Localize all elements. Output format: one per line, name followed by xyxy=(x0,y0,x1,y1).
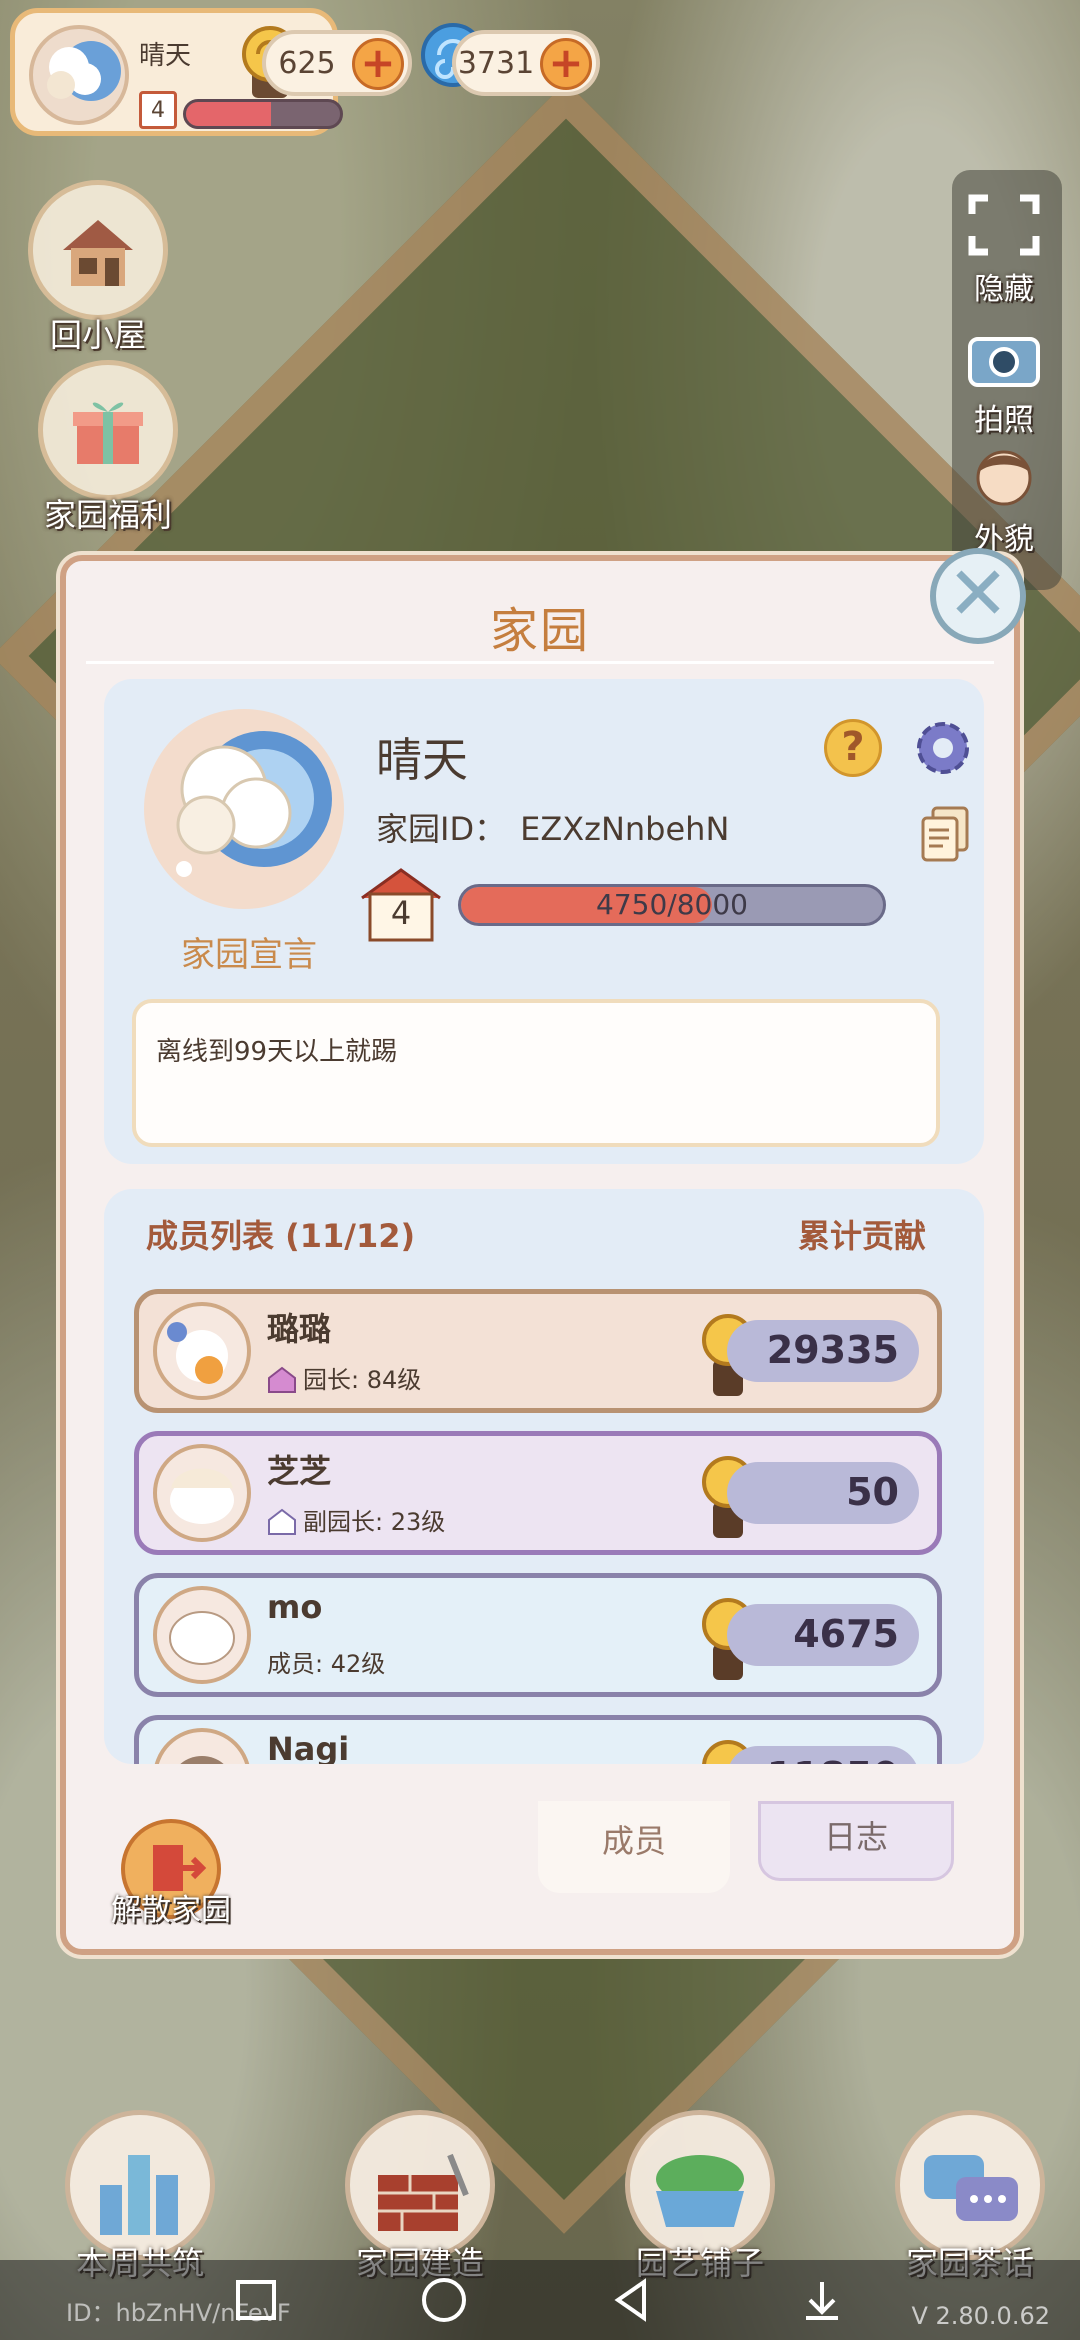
garden-info-card: 家园宣言 晴天 家园ID： EZXzNnbehN ? 4 4750/8000 离线… xyxy=(104,679,984,1164)
member-row[interactable]: 芝芝 副园长: 23级 50 xyxy=(134,1431,942,1555)
garden-id-label: 家园ID： xyxy=(376,810,507,848)
help-icon[interactable]: ? xyxy=(824,719,882,777)
member-row[interactable]: 璐璐 园长: 84级 29335 xyxy=(134,1289,942,1413)
vice-leader-badge-icon xyxy=(268,1508,296,1535)
garden-avatar[interactable] xyxy=(144,709,344,909)
swirl-gem-counter: 3731 + xyxy=(452,30,600,96)
member-contribution: 4675 xyxy=(727,1604,919,1666)
garden-welfare-button[interactable]: 家园福利 xyxy=(18,360,198,536)
close-icon[interactable]: ✕ xyxy=(930,548,1026,644)
garden-dialog: 家园 家园宣言 晴天 家园ID： EZXzNnbehN ? 4 4750/8000… xyxy=(60,555,1020,1955)
recent-apps-icon[interactable] xyxy=(230,2274,282,2326)
camera-icon xyxy=(968,337,1040,387)
weekly-build-button[interactable]: 本周共筑 xyxy=(50,2110,230,2284)
member-contribution: 50 xyxy=(727,1462,919,1524)
photo-button[interactable]: 拍照 xyxy=(954,325,1054,439)
brick-trowel-icon xyxy=(378,2153,469,2231)
swirl-gem-value: 3731 xyxy=(457,46,535,81)
member-name: 璐璐 xyxy=(267,1310,332,1348)
garden-build-button[interactable]: 家园建造 xyxy=(330,2110,510,2284)
house-icon xyxy=(63,220,133,286)
add-snail-coins-button[interactable]: + xyxy=(352,38,404,90)
member-role: 成员: 42级 xyxy=(267,1650,386,1678)
member-role: 园长: 84级 xyxy=(267,1360,421,1395)
tab-log[interactable]: 日志 xyxy=(758,1801,954,1881)
bar-podium-icon xyxy=(100,2155,178,2235)
system-nav-bar: ID：hbZnHV/nFevF V 2.80.0.62 xyxy=(0,2260,1080,2340)
hide-ui-button[interactable]: 隐藏 xyxy=(954,190,1054,308)
add-swirl-gems-button[interactable]: + xyxy=(540,38,592,90)
dissolve-garden-button[interactable]: 解散家园 xyxy=(106,1819,236,1929)
fullscreen-icon xyxy=(968,194,1040,256)
motto-label: 家园宣言 xyxy=(181,935,317,975)
member-contribution: 29335 xyxy=(727,1320,919,1382)
snail-coin-counter: 625 + xyxy=(262,30,412,96)
snail-coin-value: 625 xyxy=(278,46,336,81)
garden-name: 晴天 xyxy=(376,733,468,787)
tab-members[interactable]: 成员 xyxy=(538,1801,730,1893)
member-contribution: 11850 xyxy=(727,1746,919,1764)
member-name: mo xyxy=(267,1588,323,1626)
member-list-header: 成员列表 (11/12) xyxy=(146,1217,416,1255)
photo-label: 拍照 xyxy=(974,403,1034,438)
version-text: V 2.80.0.62 xyxy=(911,2302,1050,2330)
member-avatar xyxy=(153,1728,251,1764)
motto-text: 离线到99天以上就踢 xyxy=(132,999,940,1147)
return-home-button[interactable]: 回小屋 xyxy=(18,180,178,356)
title-divider xyxy=(86,661,994,664)
player-level-badge: 4 xyxy=(139,91,177,129)
garden-id-value: EZXzNnbehN xyxy=(520,810,730,848)
garden-id-row: 家园ID： EZXzNnbehN xyxy=(376,804,729,850)
garden-level-badge: 4 xyxy=(356,864,446,944)
character-face-icon xyxy=(976,450,1032,506)
player-avatar xyxy=(29,25,129,125)
member-name: Nagi xyxy=(267,1730,350,1764)
dialog-title: 家园 xyxy=(489,603,590,659)
return-home-label: 回小屋 xyxy=(49,316,146,354)
back-nav-icon[interactable] xyxy=(606,2274,658,2326)
member-list-panel: 成员列表 (11/12) 累计贡献 璐璐 园长: 84级 29335 芝芝 副园… xyxy=(104,1189,984,1764)
hide-ui-label: 隐藏 xyxy=(974,272,1034,307)
garden-tea-button[interactable]: 家园茶话 xyxy=(880,2110,1060,2284)
copy-icon[interactable] xyxy=(919,804,971,864)
member-row[interactable]: Nagi 11850 xyxy=(134,1715,942,1764)
member-row[interactable]: mo 成员: 42级 4675 xyxy=(134,1573,942,1697)
chat-bubbles-icon xyxy=(924,2155,1018,2221)
member-avatar xyxy=(153,1586,251,1684)
member-avatar xyxy=(153,1444,251,1542)
leader-badge-icon xyxy=(268,1366,296,1393)
planter-icon xyxy=(656,2155,744,2227)
dissolve-garden-label: 解散家园 xyxy=(111,1893,231,1928)
garden-xp-text: 4750/8000 xyxy=(596,888,748,921)
gear-icon[interactable] xyxy=(912,717,974,779)
home-nav-icon[interactable] xyxy=(418,2274,470,2326)
garden-shop-button[interactable]: 园艺铺子 xyxy=(610,2110,790,2284)
gift-icon xyxy=(73,402,143,464)
member-name: 芝芝 xyxy=(267,1452,332,1490)
player-name: 晴天 xyxy=(139,41,192,71)
download-nav-icon[interactable] xyxy=(796,2274,848,2326)
garden-welfare-label: 家园福利 xyxy=(43,496,172,534)
member-role: 副园长: 23级 xyxy=(267,1502,445,1537)
appearance-button[interactable]: 外貌 xyxy=(954,440,1054,558)
contribution-header: 累计贡献 xyxy=(797,1217,926,1255)
member-avatar xyxy=(153,1302,251,1400)
garden-xp-bar: 4750/8000 xyxy=(458,884,886,926)
